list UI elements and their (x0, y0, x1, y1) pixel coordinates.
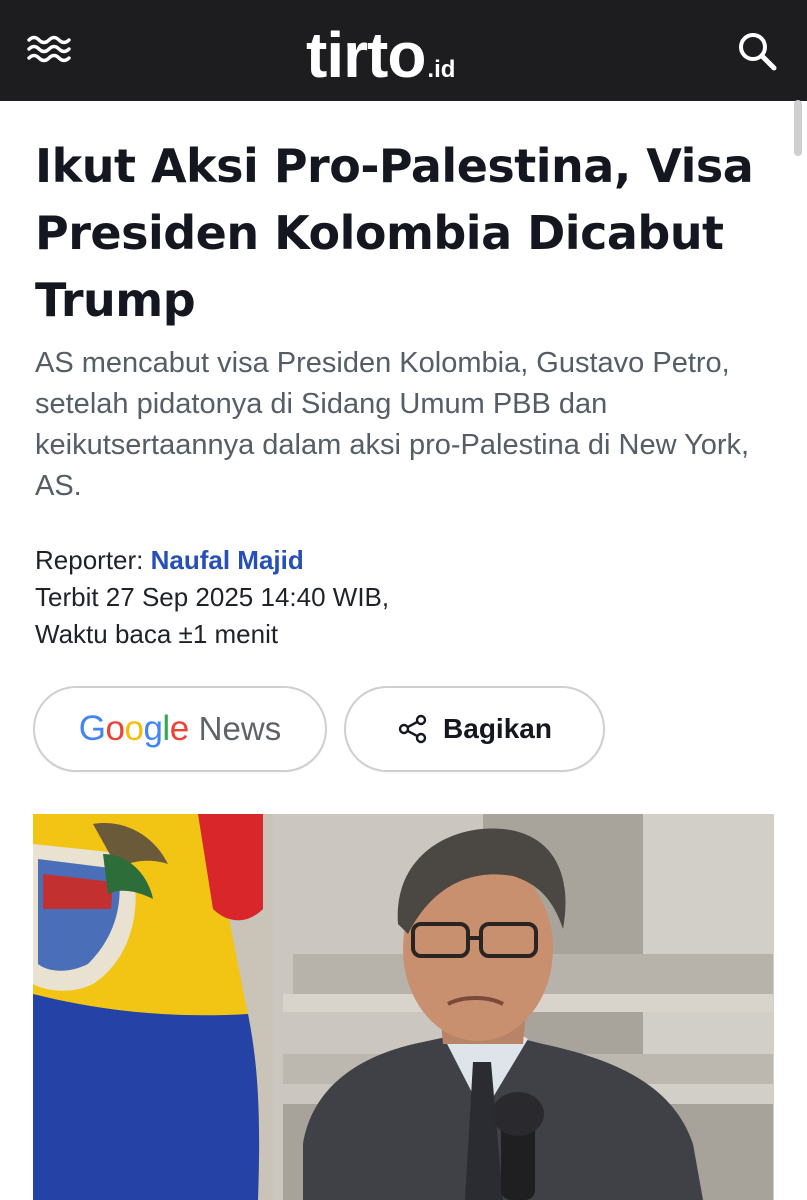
reporter-line: Reporter: Naufal Majid (35, 542, 775, 579)
google-letter: e (169, 709, 189, 748)
google-letter: l (162, 709, 170, 748)
reporter-link[interactable]: Naufal Majid (151, 545, 304, 575)
reporter-label: Reporter: (35, 545, 144, 575)
google-news-button[interactable]: Google News (33, 686, 327, 772)
google-letter: o (105, 709, 125, 748)
share-button[interactable]: Bagikan (344, 686, 605, 772)
page-scrollbar[interactable] (794, 100, 802, 156)
google-wordmark: Google (79, 709, 189, 749)
menu-button[interactable] (26, 30, 74, 70)
article-lede: AS mencabut visa Presiden Kolombia, Gust… (35, 347, 750, 502)
logo-text: tirto (306, 19, 426, 91)
share-icon (398, 714, 427, 744)
search-icon (739, 33, 777, 71)
colombia-flag (33, 814, 263, 1200)
article-photo[interactable] (33, 814, 774, 1200)
article-meta: Reporter: Naufal Majid Terbit 27 Sep 202… (35, 542, 775, 653)
google-news-label: News (198, 710, 282, 747)
top-navigation-bar: tirto .id (0, 0, 807, 101)
google-letter: g (143, 709, 163, 748)
publish-date: Terbit 27 Sep 2025 14:40 WIB, (35, 582, 390, 612)
article-title: Ikut Aksi Pro-Palestina, Visa Presiden K… (35, 139, 754, 327)
logo-suffix: .id (427, 56, 456, 83)
read-time: Waktu baca ±1 menit (35, 619, 279, 649)
search-button[interactable] (734, 28, 780, 74)
menu-waves-icon (27, 35, 71, 63)
share-label: Bagikan (443, 713, 552, 744)
google-letter: o (124, 709, 144, 748)
tirto-logo[interactable]: tirto .id (306, 17, 455, 87)
google-letter: G (78, 709, 106, 748)
